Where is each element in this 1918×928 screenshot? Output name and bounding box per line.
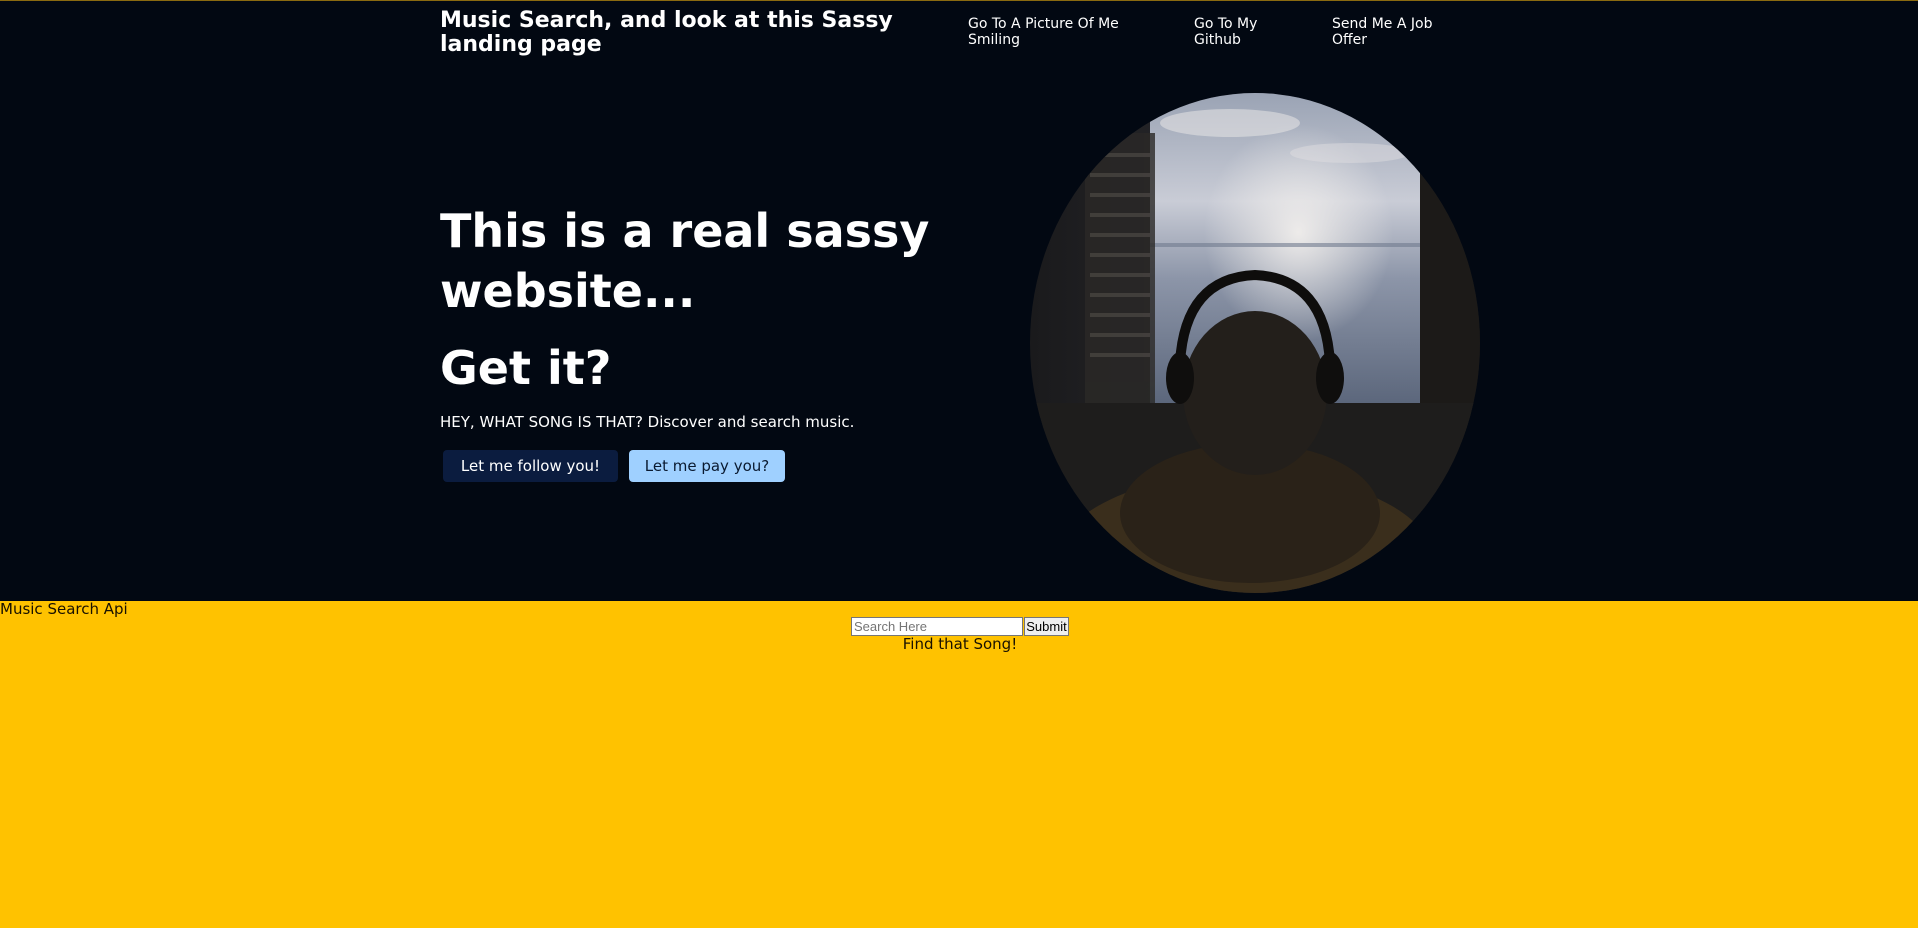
- api-section-label: Music Search Api: [0, 600, 128, 618]
- site-title: Music Search, and look at this Sassy lan…: [440, 8, 893, 57]
- hero-subheadline: Get it?: [440, 341, 612, 395]
- search-caption: Find that Song!: [902, 635, 1018, 653]
- person-with-headphones-photo: [1030, 93, 1480, 593]
- submit-button[interactable]: Submit: [1024, 617, 1069, 636]
- hero-tagline: HEY, WHAT SONG IS THAT? Discover and sea…: [440, 413, 855, 431]
- nav-link-job-offer[interactable]: Send Me A Job Offer: [1332, 16, 1452, 48]
- hero-section: Music Search, and look at this Sassy lan…: [0, 0, 1918, 601]
- pay-button[interactable]: Let me pay you?: [629, 450, 785, 482]
- nav-link-picture[interactable]: Go To A Picture Of Me Smiling: [968, 16, 1153, 48]
- follow-button[interactable]: Let me follow you!: [443, 450, 618, 482]
- hero-headline: This is a real sassy website...: [440, 204, 930, 318]
- search-input[interactable]: [851, 617, 1023, 636]
- nav-link-github[interactable]: Go To My Github: [1194, 16, 1284, 48]
